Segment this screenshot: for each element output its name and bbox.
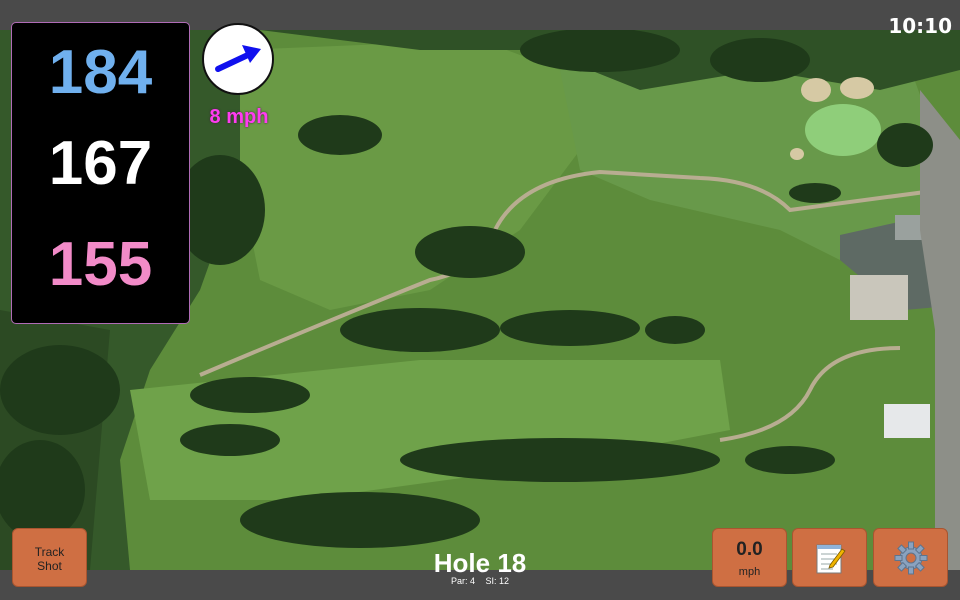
- track-shot-label-line2: Shot: [37, 559, 62, 573]
- speed-value: 0.0: [736, 539, 763, 560]
- track-shot-button[interactable]: Track Shot: [12, 528, 87, 587]
- hole-stroke-index: SI: 12: [485, 576, 510, 586]
- speed-unit: mph: [738, 566, 761, 578]
- notes-button[interactable]: [792, 528, 867, 587]
- hole-title: Hole 18: [433, 548, 527, 578]
- wind-direction-dial: [202, 23, 274, 95]
- clock-time: 10:10: [888, 14, 952, 38]
- gear-icon: [894, 541, 928, 575]
- wind-direction-arrow-icon: [215, 45, 261, 72]
- hole-par: Par: 4: [450, 576, 475, 586]
- wind-speed-label: 8 mph: [209, 106, 269, 128]
- notepad-icon: [816, 544, 846, 574]
- distance-panel: 184 167 155: [11, 22, 190, 324]
- hole-info: Par: 4 SI: 12: [380, 576, 580, 586]
- back-distance: 184: [48, 38, 153, 107]
- settings-button[interactable]: [873, 528, 948, 587]
- speed-button[interactable]: 0.0 mph: [712, 528, 787, 587]
- middle-distance: 167: [48, 129, 153, 198]
- track-shot-label-line1: Track: [34, 545, 65, 559]
- front-distance: 155: [48, 230, 153, 299]
